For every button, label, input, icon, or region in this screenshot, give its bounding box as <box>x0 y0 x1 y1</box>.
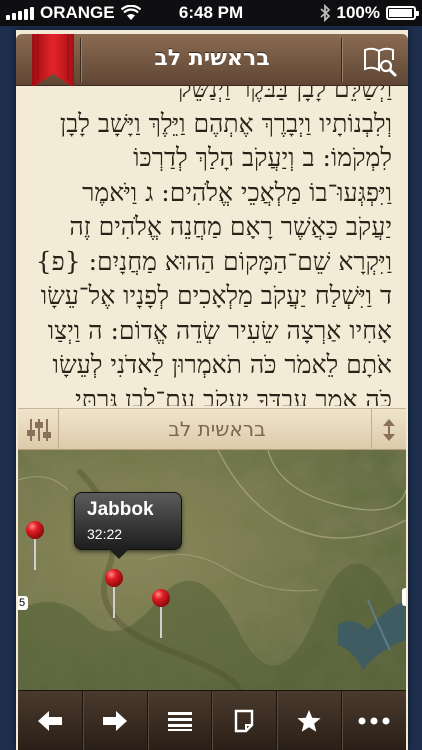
text-line: וַיִּקְרָא שֵׁם־הַמָּקוֹם הַהוּא מַחֲנָי… <box>35 246 392 276</box>
status-bar: ORANGE 6:48 PM 100% <box>0 0 422 26</box>
text-line: ד וַיִּשְׁלַח יַעֲקֹב מַלְאָכִים לְפָנָי… <box>40 281 392 310</box>
map-panel-title: בראשית לב <box>168 417 266 441</box>
satellite-map[interactable]: 5 35 <box>18 450 406 695</box>
sliders-icon[interactable] <box>26 417 52 443</box>
text-line: אֹתָם לֵאמֹר כֹּה תֹאמְרוּן לַאדֹנִי לְע… <box>52 350 392 379</box>
map-pin-icon[interactable] <box>103 568 125 618</box>
notes-button[interactable] <box>212 691 278 750</box>
map-panel-header: בראשית לב <box>18 408 406 451</box>
terrain-image <box>18 450 406 695</box>
map-pin-icon[interactable] <box>150 588 172 638</box>
verse-reference: 32:22 <box>87 526 123 542</box>
list-icon <box>167 711 192 731</box>
more-button[interactable] <box>342 691 406 750</box>
ellipsis-icon <box>358 717 390 724</box>
favorites-button[interactable] <box>277 691 343 750</box>
divider <box>371 409 372 451</box>
resize-vertical-icon[interactable] <box>381 417 397 443</box>
chapter-title[interactable]: בראשית לב <box>76 46 348 71</box>
text-line: וַיְשַׁלֵּם לָבָן בַּבֹּקֶר וַיְנַשֵּׁק <box>178 86 392 103</box>
battery-percent: 100% <box>336 3 380 22</box>
text-line: כֹּה אָמַר עַבְדְּךָ יַעֲקֹב עִם־לָבָן ג… <box>75 384 392 407</box>
text-line: וַיִּפְגְּעוּ־בוֹ מַלְאֲכֵי אֱלֹהִים: ג … <box>82 177 392 207</box>
bookmark-ribbon-icon[interactable] <box>32 34 74 88</box>
arrow-right-icon <box>102 710 127 731</box>
arrow-left-icon <box>37 710 62 731</box>
list-button[interactable] <box>148 691 213 750</box>
text-line: וְלִבְנוֹתָיו וַיְבָרֶךְ אֶתְהֶם וַיֵּלֶ… <box>59 108 392 138</box>
text-line: יַעֲקֹב כַּאֲשֶׁר רָאָם מַחֲנֵה אֱלֹהִים… <box>69 212 392 241</box>
divider <box>341 38 342 82</box>
map-edge-label: 5 <box>18 596 29 610</box>
title-bar: בראשית לב <box>16 34 408 86</box>
star-icon <box>297 709 321 732</box>
map-edge-label <box>402 588 406 606</box>
forward-button[interactable] <box>83 691 148 750</box>
location-name: Jabbok <box>87 499 154 520</box>
text-line: אָחִיו אַרְצָה שֵׂעִיר שְׂדֵה אֱדוֹם: ה … <box>47 315 392 345</box>
battery-icon <box>386 6 419 20</box>
bottom-toolbar <box>18 690 406 750</box>
divider <box>58 409 59 451</box>
map-pin-icon[interactable] <box>24 520 46 570</box>
location-callout[interactable]: Jabbok 32:22 <box>74 492 182 559</box>
text-line: לִמְקֹמוֹ: ב וְיַעֲקֹב הָלַךְ לְדַרְכּוֹ <box>133 143 392 172</box>
note-icon <box>235 709 254 732</box>
bluetooth-icon <box>319 4 330 22</box>
back-button[interactable] <box>18 691 83 750</box>
scripture-text[interactable]: וַיְשַׁלֵּם לָבָן בַּבֹּקֶר וַיְנַשֵּׁק … <box>18 86 406 406</box>
book-search-icon[interactable] <box>362 42 398 78</box>
